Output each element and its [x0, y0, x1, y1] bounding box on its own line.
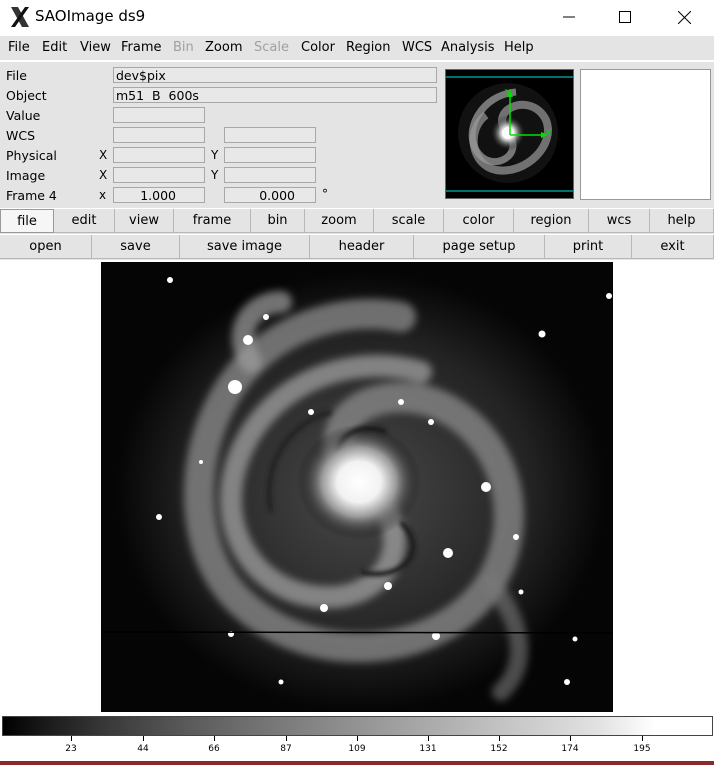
btn-header[interactable]: header [310, 235, 414, 259]
value-label: Value [6, 108, 41, 123]
btn-save-image[interactable]: save image [180, 235, 310, 259]
colorbar-tick-label: 152 [490, 744, 508, 754]
ds9-window: SAOImage ds9 File Edit View Frame Bin Zo… [0, 0, 714, 765]
menu-analysis[interactable]: Analysis [441, 40, 495, 55]
btn-region[interactable]: region [514, 209, 589, 233]
physical-x-axis-label: X [99, 148, 108, 162]
panner-y-axis-label: Y [505, 88, 512, 99]
colorbar-tick-label: 174 [561, 744, 579, 754]
menu-color[interactable]: Color [301, 40, 335, 55]
angle-unit: ° [322, 187, 328, 201]
menu-bar: File Edit View Frame Bin Zoom Scale Colo… [0, 36, 714, 60]
colorbar-tick-label: 87 [280, 744, 292, 754]
colorbar-tick-label: 109 [348, 744, 366, 754]
window-title: SAOImage ds9 [35, 7, 146, 25]
galaxy-image[interactable] [101, 262, 613, 712]
menu-file[interactable]: File [8, 40, 30, 55]
btn-exit[interactable]: exit [632, 235, 714, 259]
close-icon [677, 10, 691, 24]
button-bar-main: file edit view frame bin zoom scale colo… [0, 209, 714, 234]
colorbar-tick-label: 66 [208, 744, 220, 754]
magnifier [580, 69, 711, 200]
colorbar[interactable] [2, 716, 713, 736]
physical-label: Physical [6, 148, 57, 163]
menu-scale[interactable]: Scale [254, 40, 289, 55]
menu-wcs[interactable]: WCS [402, 40, 432, 55]
image-x-axis-label: X [99, 168, 108, 182]
minimize-icon [563, 16, 575, 18]
angle-field: 0.000 [224, 187, 316, 203]
maximize-icon [619, 11, 631, 23]
menu-frame[interactable]: Frame [121, 40, 162, 55]
colorbar-tick-label: 44 [137, 744, 149, 754]
object-field: m51 B 600s [113, 87, 437, 103]
title-bar[interactable]: SAOImage ds9 [0, 0, 714, 34]
menu-view[interactable]: View [80, 40, 111, 55]
value-field [113, 107, 205, 123]
btn-view[interactable]: view [115, 209, 174, 233]
wcs-label: WCS [6, 128, 36, 143]
desktop-background-strip [0, 761, 714, 765]
wcs-x-field [113, 127, 205, 143]
galaxy-image-graphic [101, 262, 613, 712]
file-label: File [6, 68, 27, 83]
colorbar-ticks: 23 44 66 87 109 131 152 174 195 [0, 736, 714, 762]
btn-frame[interactable]: frame [174, 209, 251, 233]
menu-zoom[interactable]: Zoom [205, 40, 242, 55]
frame-label: Frame 4 [6, 188, 57, 203]
image-label: Image [6, 168, 46, 183]
btn-open[interactable]: open [0, 235, 92, 259]
colorbar-tick-label: 195 [633, 744, 651, 754]
image-y-field [224, 167, 316, 183]
menu-bin[interactable]: Bin [173, 40, 194, 55]
menu-region[interactable]: Region [346, 40, 391, 55]
btn-edit[interactable]: edit [54, 209, 115, 233]
image-x-field [113, 167, 205, 183]
physical-x-field [113, 147, 205, 163]
btn-color[interactable]: color [444, 209, 514, 233]
btn-file[interactable]: file [0, 209, 54, 233]
btn-save[interactable]: save [92, 235, 180, 259]
file-field: dev$pix [113, 67, 437, 83]
menu-edit[interactable]: Edit [42, 40, 67, 55]
physical-y-axis-label: Y [211, 148, 219, 162]
image-y-axis-label: Y [211, 168, 219, 182]
physical-y-field [224, 147, 316, 163]
btn-print[interactable]: print [545, 235, 632, 259]
btn-help[interactable]: help [650, 209, 714, 233]
button-bar-file: open save save image header page setup p… [0, 235, 714, 260]
object-label: Object [6, 88, 47, 103]
x11-icon [11, 7, 29, 27]
panner-x-axis-label: X [545, 128, 552, 139]
maximize-button[interactable] [596, 0, 654, 34]
colorbar-tick-label: 131 [419, 744, 437, 754]
btn-bin[interactable]: bin [251, 209, 305, 233]
close-button[interactable] [655, 0, 713, 34]
btn-scale[interactable]: scale [374, 209, 444, 233]
wcs-y-field [224, 127, 316, 143]
btn-page-setup[interactable]: page setup [414, 235, 545, 259]
colorbar-tick-label: 23 [65, 744, 77, 754]
minimize-button[interactable] [540, 0, 598, 34]
btn-wcs[interactable]: wcs [589, 209, 650, 233]
menu-help[interactable]: Help [504, 40, 534, 55]
frame-x-axis-label: x [99, 188, 107, 202]
zoom-field: 1.000 [113, 187, 205, 203]
btn-zoom[interactable]: zoom [305, 209, 374, 233]
